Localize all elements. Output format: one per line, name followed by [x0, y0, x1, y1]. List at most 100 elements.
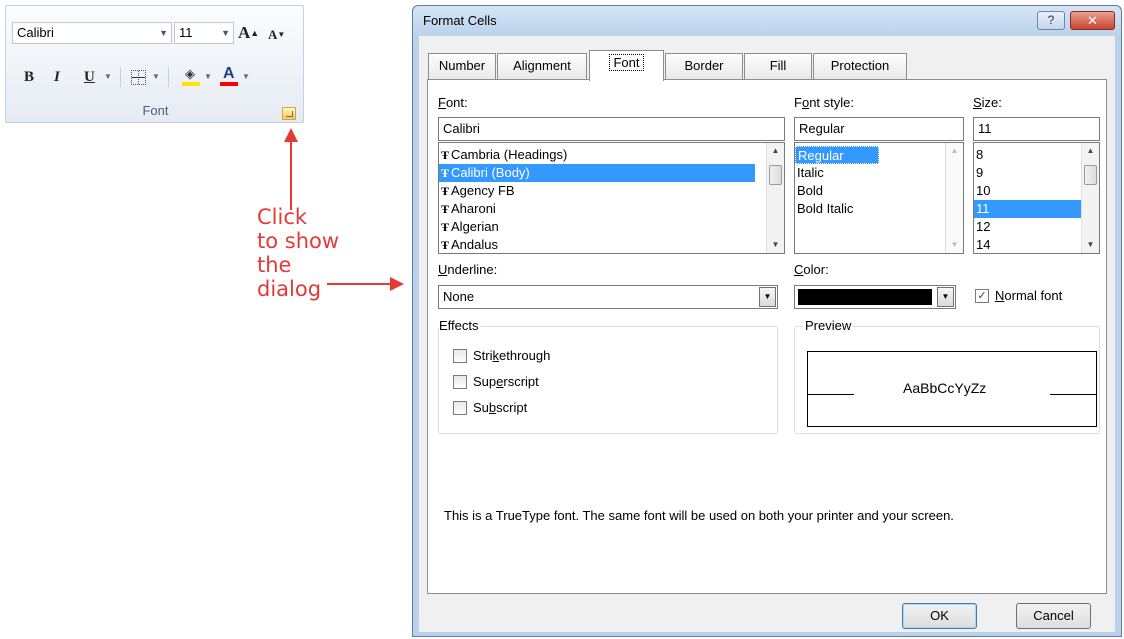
scroll-up-icon[interactable]: ▲	[946, 143, 963, 159]
size-field[interactable]: 11	[973, 117, 1100, 141]
list-item[interactable]: Bold	[795, 182, 963, 200]
annotation-line: to show	[257, 229, 340, 253]
italic-button[interactable]: I	[54, 67, 60, 87]
list-item[interactable]: Ŧ Aharoni	[439, 200, 784, 218]
scroll-thumb[interactable]	[769, 165, 782, 185]
font-color-dropdown-icon[interactable]: ▼	[242, 67, 250, 87]
font-color-bar	[220, 82, 238, 86]
scroll-up-icon[interactable]: ▲	[1082, 143, 1099, 159]
strikethrough-label: Strikethrough	[473, 348, 551, 363]
list-item[interactable]: Regular	[795, 146, 879, 164]
preview-group: Preview AaBbCcYyZz	[794, 318, 1100, 434]
dialog-launcher-icon[interactable]	[282, 107, 296, 120]
normal-font-checkbox[interactable]: ✓	[975, 289, 989, 303]
tab-fill[interactable]: Fill	[744, 53, 812, 79]
ok-button[interactable]: OK	[902, 603, 977, 629]
truetype-icon: Ŧ	[441, 238, 450, 252]
font-style-list[interactable]: Regular Italic Bold Bold Italic ▲ ▼	[794, 142, 964, 254]
scroll-down-icon[interactable]: ▼	[767, 237, 784, 253]
shrink-font-icon: A	[268, 27, 278, 42]
list-item[interactable]: 11	[974, 200, 1082, 218]
normal-font-label: Normal font	[995, 288, 1063, 303]
annotation-line: dialog	[257, 277, 322, 301]
color-swatch	[798, 289, 932, 305]
color-select[interactable]: ▼	[794, 285, 956, 309]
font-size-combo[interactable]: 11 ▼	[174, 22, 234, 44]
scrollbar[interactable]: ▲ ▼	[766, 143, 784, 253]
list-item[interactable]: Bold Italic	[795, 200, 963, 218]
tab-protection[interactable]: Protection	[813, 53, 907, 79]
list-item[interactable]: Ŧ Cambria (Headings)	[439, 146, 784, 164]
grow-font-button[interactable]: A▲	[238, 23, 259, 43]
underline-dropdown-icon[interactable]: ▼	[104, 67, 112, 87]
truetype-icon: Ŧ	[441, 184, 450, 198]
list-item[interactable]: Ŧ Andalus	[439, 236, 784, 253]
scrollbar[interactable]: ▲ ▼	[1081, 143, 1099, 253]
strikethrough-checkbox[interactable]	[453, 349, 467, 363]
arrow-line	[327, 283, 392, 285]
shrink-font-button[interactable]: A▼	[268, 25, 285, 45]
scroll-up-icon[interactable]: ▲	[767, 143, 784, 159]
font-style-field[interactable]: Regular	[794, 117, 964, 141]
font-tab-panel: Font: Calibri Ŧ Cambria (Headings) Ŧ Calib…	[427, 79, 1107, 594]
annotation-line: Click	[257, 205, 308, 229]
list-item[interactable]: Ŧ Algerian	[439, 218, 784, 236]
separator	[120, 67, 121, 87]
fill-color-button[interactable]: ◈	[182, 66, 200, 86]
subscript-label: Subscript	[473, 400, 528, 415]
truetype-icon: Ŧ	[441, 220, 450, 234]
size-list[interactable]: 8 9 10 11 12 14 ▲ ▼	[973, 142, 1100, 254]
borders-dropdown-icon[interactable]: ▼	[152, 67, 160, 87]
borders-icon[interactable]	[131, 70, 146, 85]
underline-select[interactable]: None ▼	[438, 285, 778, 309]
chevron-down-icon[interactable]: ▼	[159, 23, 168, 43]
font-size-value: 11	[179, 25, 193, 40]
tab-border[interactable]: Border	[665, 53, 743, 79]
font-color-button[interactable]: A	[220, 64, 238, 86]
effects-group: Effects Strikethrough Superscript Subscr…	[438, 318, 778, 434]
tab-alignment[interactable]: Alignment	[497, 53, 587, 79]
close-button[interactable]: ✕	[1070, 11, 1115, 30]
scroll-down-icon[interactable]: ▼	[946, 237, 963, 253]
truetype-icon: Ŧ	[441, 202, 450, 216]
preview-baseline	[1050, 394, 1097, 395]
superscript-checkbox[interactable]	[453, 375, 467, 389]
help-button[interactable]: ?	[1037, 11, 1065, 30]
underline-button[interactable]: U	[84, 67, 95, 87]
preview-label: Preview	[803, 318, 854, 333]
fill-color-dropdown-icon[interactable]: ▼	[204, 67, 212, 87]
superscript-label: Superscript	[473, 374, 539, 389]
tab-number[interactable]: Number	[428, 53, 496, 79]
preview-baseline	[808, 394, 854, 395]
preview-sample: AaBbCcYyZz	[903, 380, 987, 396]
chevron-down-icon[interactable]: ▼	[221, 23, 230, 43]
cancel-button[interactable]: Cancel	[1016, 603, 1091, 629]
arrow-right-icon	[390, 277, 404, 291]
list-item[interactable]: Italic	[795, 164, 963, 182]
underline-label: Underline:	[438, 262, 498, 277]
dialog-client: Number Alignment Font Border Fill Protec…	[419, 36, 1115, 632]
font-name-field[interactable]: Calibri	[438, 117, 785, 141]
subscript-checkbox[interactable]	[453, 401, 467, 415]
title-bar: Format Cells ? ✕	[413, 6, 1121, 36]
font-list[interactable]: Ŧ Cambria (Headings) Ŧ Calibri (Body) Ŧ Age…	[438, 142, 785, 254]
list-item[interactable]: Ŧ Agency FB	[439, 182, 784, 200]
grow-font-icon: A	[238, 23, 251, 42]
scroll-thumb[interactable]	[1084, 165, 1097, 185]
tab-font[interactable]: Font	[589, 50, 664, 81]
bold-button[interactable]: B	[24, 67, 34, 87]
size-label: Size:	[973, 95, 1002, 110]
font-label: Font:	[438, 95, 468, 110]
scroll-down-icon[interactable]: ▼	[1082, 237, 1099, 253]
scrollbar[interactable]: ▲ ▼	[945, 143, 963, 253]
font-name-combo[interactable]: Calibri ▼	[12, 22, 172, 44]
highlight-color-bar	[182, 82, 200, 86]
chevron-down-icon[interactable]: ▼	[759, 287, 776, 307]
group-label: Font	[142, 103, 169, 118]
truetype-note: This is a TrueType font. The same font w…	[444, 508, 954, 523]
chevron-down-icon[interactable]: ▼	[937, 287, 954, 307]
annotation-line: the	[257, 253, 292, 277]
preview-box: AaBbCcYyZz	[807, 351, 1097, 427]
list-item[interactable]: Ŧ Calibri (Body)	[439, 164, 755, 182]
font-color-icon: A	[223, 65, 235, 82]
